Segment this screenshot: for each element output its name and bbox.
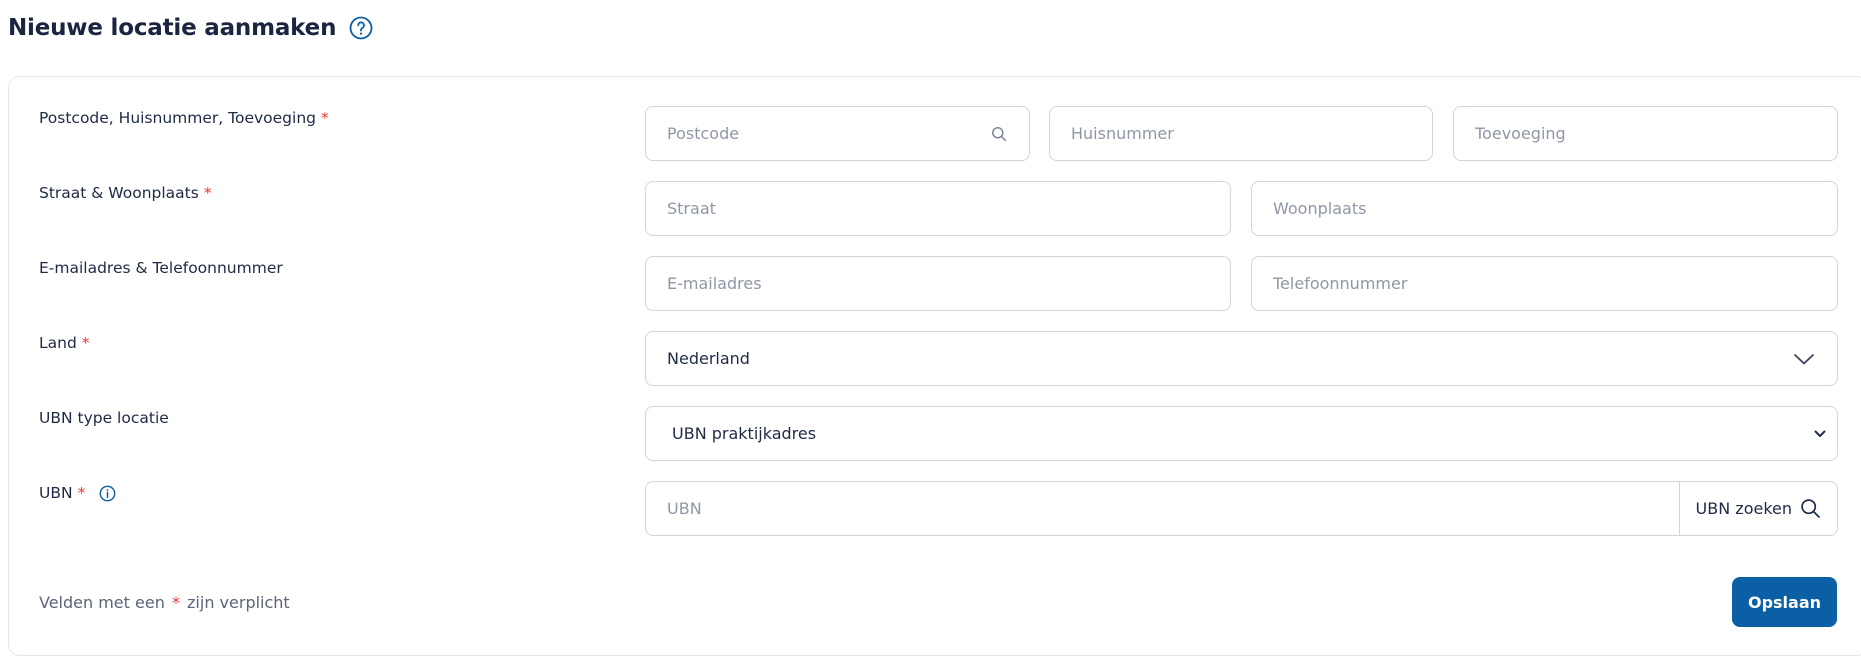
ubn-search-button[interactable]: UBN zoeken	[1678, 482, 1837, 535]
required-mark: *	[171, 593, 180, 612]
chevron-down-icon[interactable]	[1814, 429, 1826, 438]
ubn-type-select[interactable]: UBN praktijkadres	[645, 406, 1838, 461]
note-prefix: Velden met een	[39, 593, 165, 612]
phone-field[interactable]	[1251, 256, 1838, 311]
huisnummer-field[interactable]	[1049, 106, 1433, 161]
straat-field[interactable]	[645, 181, 1231, 236]
contact-label-text: E-mailadres & Telefoonnummer	[39, 259, 283, 277]
chevron-down-icon[interactable]	[1793, 352, 1815, 366]
phone-input[interactable]	[1252, 257, 1837, 310]
page-title: Nieuwe locatie aanmaken	[8, 15, 337, 41]
street-label: Straat & Woonplaats *	[39, 184, 212, 202]
page: Nieuwe locatie aanmaken Postcode, Huisnu…	[0, 0, 1861, 657]
ubn-label-text: UBN	[39, 484, 73, 502]
required-mark: *	[77, 484, 86, 502]
note-suffix: zijn verplicht	[187, 593, 290, 612]
huisnummer-input[interactable]	[1050, 107, 1432, 160]
postcode-input[interactable]	[646, 107, 1029, 160]
land-select[interactable]: Nederland	[645, 331, 1838, 386]
required-mark: *	[203, 184, 212, 202]
search-icon	[1801, 499, 1820, 518]
land-label-text: Land	[39, 334, 77, 352]
page-header: Nieuwe locatie aanmaken	[8, 10, 373, 46]
postcode-field[interactable]	[645, 106, 1030, 161]
info-icon[interactable]	[99, 485, 116, 502]
land-select-value: Nederland	[667, 349, 750, 368]
save-button[interactable]: Opslaan	[1732, 577, 1837, 627]
address-label: Postcode, Huisnummer, Toevoeging *	[39, 109, 329, 127]
woonplaats-field[interactable]	[1251, 181, 1838, 236]
ubn-type-select-value: UBN praktijkadres	[672, 424, 817, 443]
email-input[interactable]	[646, 257, 1230, 310]
ubn-label: UBN *	[39, 484, 116, 502]
email-field[interactable]	[645, 256, 1231, 311]
woonplaats-input[interactable]	[1252, 182, 1837, 235]
street-label-text: Straat & Woonplaats	[39, 184, 199, 202]
question-circle-icon[interactable]	[349, 16, 373, 40]
ubn-search-label: UBN zoeken	[1695, 499, 1792, 518]
required-mark: *	[81, 334, 90, 352]
search-icon[interactable]	[991, 126, 1007, 142]
ubn-field[interactable]: UBN zoeken	[645, 481, 1838, 536]
ubn-input[interactable]	[646, 482, 1676, 535]
ubn-type-label-text: UBN type locatie	[39, 409, 169, 427]
ubn-type-label: UBN type locatie	[39, 409, 169, 427]
address-label-text: Postcode, Huisnummer, Toevoeging	[39, 109, 316, 127]
toevoeging-input[interactable]	[1454, 107, 1837, 160]
straat-input[interactable]	[646, 182, 1230, 235]
land-label: Land *	[39, 334, 90, 352]
toevoeging-field[interactable]	[1453, 106, 1838, 161]
contact-label: E-mailadres & Telefoonnummer	[39, 259, 283, 277]
required-fields-note: Velden met een * zijn verplicht	[39, 593, 290, 612]
required-mark: *	[321, 109, 329, 127]
